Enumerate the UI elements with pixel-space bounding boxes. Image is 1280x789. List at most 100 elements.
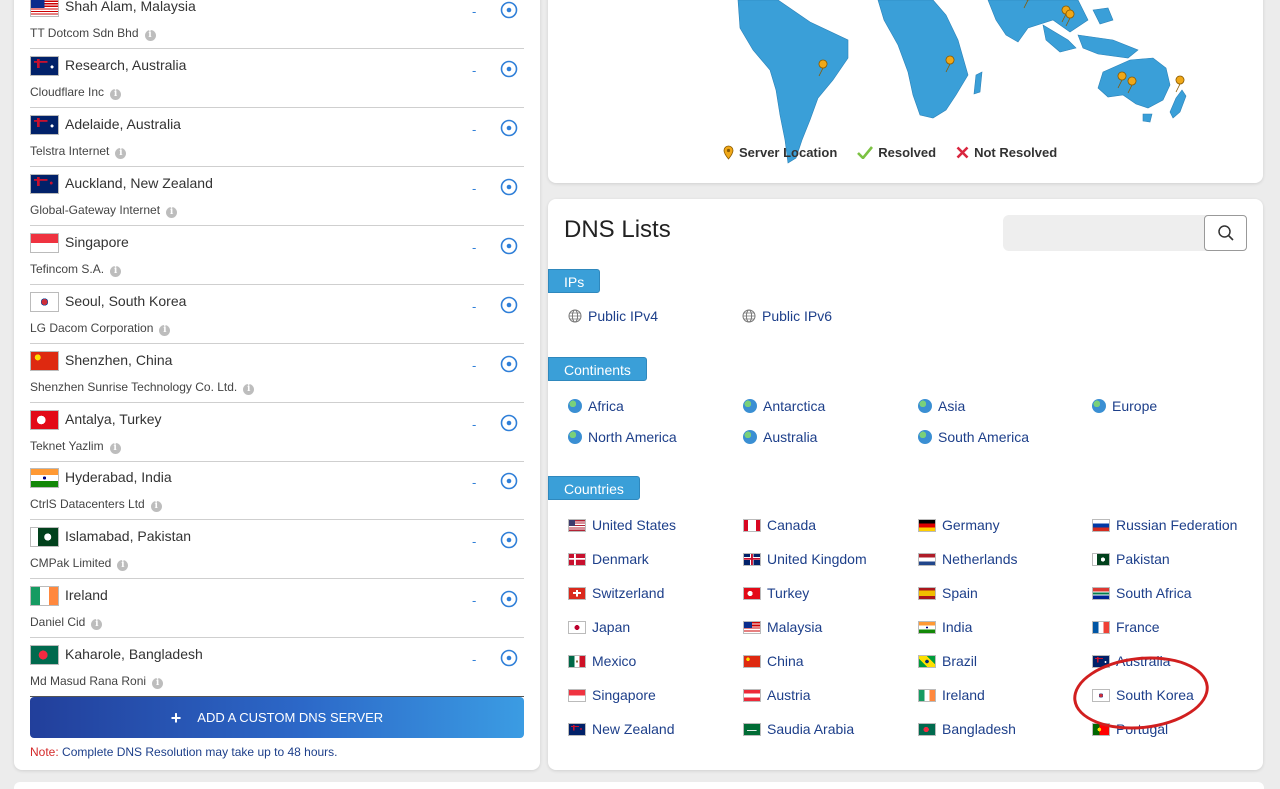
globe-icon [743, 399, 757, 413]
link-country[interactable]: Spain [918, 585, 978, 601]
locate-target-icon[interactable] [500, 60, 518, 83]
add-custom-dns-server-button[interactable]: + ADD A CUSTOM DNS SERVER [30, 697, 524, 738]
info-icon[interactable]: i [166, 207, 178, 218]
locate-target-icon[interactable] [500, 355, 518, 378]
link-country[interactable]: Bangladesh [918, 721, 1016, 737]
link-label: Europe [1112, 398, 1158, 414]
info-icon[interactable]: i [110, 266, 122, 277]
link-country[interactable]: France [1092, 619, 1160, 635]
locate-target-icon[interactable] [500, 649, 518, 672]
info-icon[interactable]: i [110, 89, 122, 100]
info-icon[interactable]: i [115, 148, 127, 159]
server-status: - [472, 593, 477, 608]
server-row: Adelaide, Australia Telstra Internet i - [30, 108, 524, 167]
dns-search-input[interactable] [1003, 215, 1207, 251]
link-country[interactable]: Russian Federation [1092, 517, 1237, 533]
link-country[interactable]: United States [568, 517, 676, 533]
locate-target-icon[interactable] [500, 237, 518, 260]
link-country[interactable]: Austria [743, 687, 811, 703]
search-button[interactable] [1204, 215, 1247, 251]
flag-icon [1092, 586, 1110, 600]
link-country[interactable]: Saudia Arabia [743, 721, 854, 737]
link-country[interactable]: Switzerland [568, 585, 664, 601]
link-continent-asia[interactable]: Asia [918, 398, 965, 414]
locate-target-icon[interactable] [500, 1, 518, 24]
server-provider: Teknet Yazlim i [30, 439, 121, 454]
info-icon[interactable]: i [144, 30, 156, 41]
link-continent-antarctica[interactable]: Antarctica [743, 398, 825, 414]
server-row: Antalya, Turkey Teknet Yazlim i - [30, 403, 524, 462]
server-provider: Shenzhen Sunrise Technology Co. Ltd. i [30, 380, 255, 395]
link-country[interactable]: Japan [568, 619, 630, 635]
server-provider: Tefincom S.A. i [30, 262, 122, 277]
world-map-card: Server Location Resolved Not Resolved [548, 0, 1263, 183]
link-label: Brazil [942, 653, 978, 669]
link-country[interactable]: Brazil [918, 653, 977, 669]
link-label: Canada [767, 517, 817, 533]
flag-icon [1092, 620, 1110, 634]
info-icon[interactable]: i [150, 501, 162, 512]
link-country[interactable]: Mexico [568, 653, 636, 669]
locate-target-icon[interactable] [500, 531, 518, 554]
server-row: Research, Australia Cloudflare Inc i - [30, 49, 524, 108]
flag-icon [568, 586, 586, 600]
link-country[interactable]: China [743, 653, 804, 669]
link-public-ipv6[interactable]: Public IPv6 [742, 308, 832, 324]
link-country[interactable]: Ireland [918, 687, 985, 703]
link-public-ipv4[interactable]: Public IPv4 [568, 308, 658, 324]
check-icon [857, 146, 874, 159]
server-provider: TT Dotcom Sdn Bhd i [30, 26, 156, 41]
link-country[interactable]: United Kingdom [743, 551, 867, 567]
link-label: Pakistan [1116, 551, 1170, 567]
link-country[interactable]: Denmark [568, 551, 649, 567]
link-country[interactable]: Singapore [568, 687, 656, 703]
link-continent-europe[interactable]: Europe [1092, 398, 1157, 414]
server-city: Hyderabad, India [65, 469, 172, 485]
server-city: Seoul, South Korea [65, 293, 187, 309]
locate-target-icon[interactable] [500, 178, 518, 201]
link-label: Austria [767, 687, 811, 703]
locate-target-icon[interactable] [500, 590, 518, 613]
flag-icon [568, 688, 586, 702]
link-country[interactable]: Pakistan [1092, 551, 1170, 567]
note-label: Note: [30, 745, 59, 759]
info-icon[interactable]: i [152, 678, 164, 689]
link-country[interactable]: Turkey [743, 585, 809, 601]
info-icon[interactable]: i [117, 560, 129, 571]
flag-icon [30, 56, 59, 76]
info-icon[interactable]: i [243, 384, 255, 395]
link-label: Asia [938, 398, 966, 414]
flag-icon [743, 586, 761, 600]
link-country[interactable]: Malaysia [743, 619, 822, 635]
info-icon[interactable]: i [91, 619, 103, 630]
server-city: Singapore [65, 234, 129, 250]
locate-target-icon[interactable] [500, 414, 518, 437]
link-country[interactable]: Germany [918, 517, 1000, 533]
link-country[interactable]: Canada [743, 517, 816, 533]
link-continent-australia[interactable]: Australia [743, 429, 817, 445]
link-label: Spain [942, 585, 978, 601]
locate-target-icon[interactable] [500, 472, 518, 495]
link-country[interactable]: India [918, 619, 972, 635]
server-city: Antalya, Turkey [65, 411, 162, 427]
info-icon[interactable]: i [159, 325, 171, 336]
link-continent-africa[interactable]: Africa [568, 398, 624, 414]
legend-resolved: Resolved [857, 145, 936, 160]
info-icon[interactable]: i [109, 443, 121, 454]
link-label: Antarctica [763, 398, 826, 414]
link-label: Turkey [767, 585, 810, 601]
flag-icon [568, 722, 586, 736]
locate-target-icon[interactable] [500, 119, 518, 142]
flag-icon [30, 233, 59, 253]
server-provider: Md Masud Rana Roni i [30, 674, 164, 689]
link-country[interactable]: New Zealand [568, 721, 675, 737]
flag-icon [743, 654, 761, 668]
link-country[interactable]: Netherlands [918, 551, 1018, 567]
link-country[interactable]: South Africa [1092, 585, 1192, 601]
locate-target-icon[interactable] [500, 296, 518, 319]
flag-icon [568, 518, 586, 532]
flag-icon [30, 410, 59, 430]
legend-server-location: Server Location [723, 145, 837, 160]
link-continent-south-america[interactable]: South America [918, 429, 1029, 445]
link-continent-north-america[interactable]: North America [568, 429, 677, 445]
